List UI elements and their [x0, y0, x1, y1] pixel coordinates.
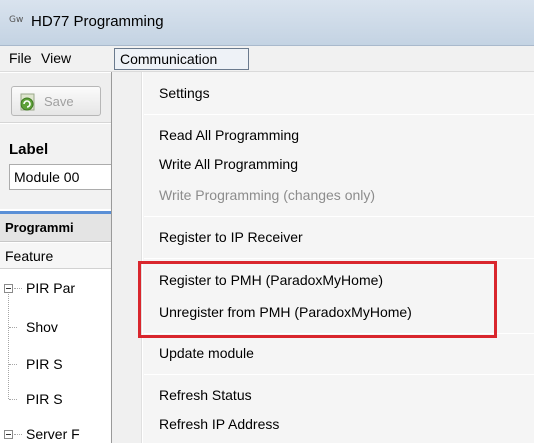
tree-item[interactable]: Shov	[26, 319, 58, 335]
app-icon: Gw	[9, 15, 24, 25]
menu-item-refresh-ip-address[interactable]: Refresh IP Address	[159, 416, 279, 432]
module-label-field[interactable]: Module 00	[9, 164, 119, 190]
menu-separator	[144, 374, 534, 375]
label-heading: Label	[9, 141, 49, 158]
tree-item[interactable]: PIR S	[26, 356, 63, 372]
save-button[interactable]: Save	[11, 86, 101, 116]
collapse-icon[interactable]	[4, 284, 13, 293]
menu-bar: File View Communication	[0, 46, 534, 72]
menu-item-read-all-programming[interactable]: Read All Programming	[159, 127, 299, 143]
menu-file[interactable]: File	[9, 50, 32, 66]
tree-connector	[14, 288, 22, 289]
menu-item-write-all-programming[interactable]: Write All Programming	[159, 156, 298, 172]
menu-item-refresh-status[interactable]: Refresh Status	[159, 387, 252, 403]
menu-item-settings[interactable]: Settings	[159, 85, 210, 101]
tree-item[interactable]: PIR Par	[26, 280, 75, 296]
label-panel: Label Module 00	[0, 124, 120, 209]
menu-item-register-ip-receiver[interactable]: Register to IP Receiver	[159, 229, 303, 245]
programming-title: Programmi	[5, 220, 74, 235]
tree-connector	[14, 434, 22, 435]
save-label: Save	[44, 94, 74, 109]
tree-item[interactable]: Server F	[26, 426, 80, 442]
menu-icon-strip	[112, 72, 143, 443]
menu-view[interactable]: View	[41, 50, 71, 66]
menu-item-update-module[interactable]: Update module	[159, 345, 254, 361]
communication-dropdown-menu: Settings Read All Programming Write All …	[111, 72, 534, 443]
menu-separator	[144, 258, 534, 259]
title-bar: Gw HD77 Programming	[0, 0, 534, 46]
save-icon	[20, 93, 35, 111]
menu-item-write-changes-only: Write Programming (changes only)	[159, 187, 376, 203]
menu-communication[interactable]: Communication	[114, 48, 249, 70]
feature-header-label: Feature	[5, 248, 54, 264]
highlight-box	[138, 261, 497, 338]
menu-separator	[144, 114, 534, 115]
window-title: HD77 Programming	[31, 13, 164, 30]
tree-item[interactable]: PIR S	[26, 391, 63, 407]
tree-line	[8, 294, 9, 399]
menu-separator	[144, 216, 534, 217]
tree-connector	[9, 327, 17, 328]
collapse-icon[interactable]	[4, 430, 13, 439]
tree-connector	[9, 399, 17, 400]
tree-connector	[9, 364, 17, 365]
